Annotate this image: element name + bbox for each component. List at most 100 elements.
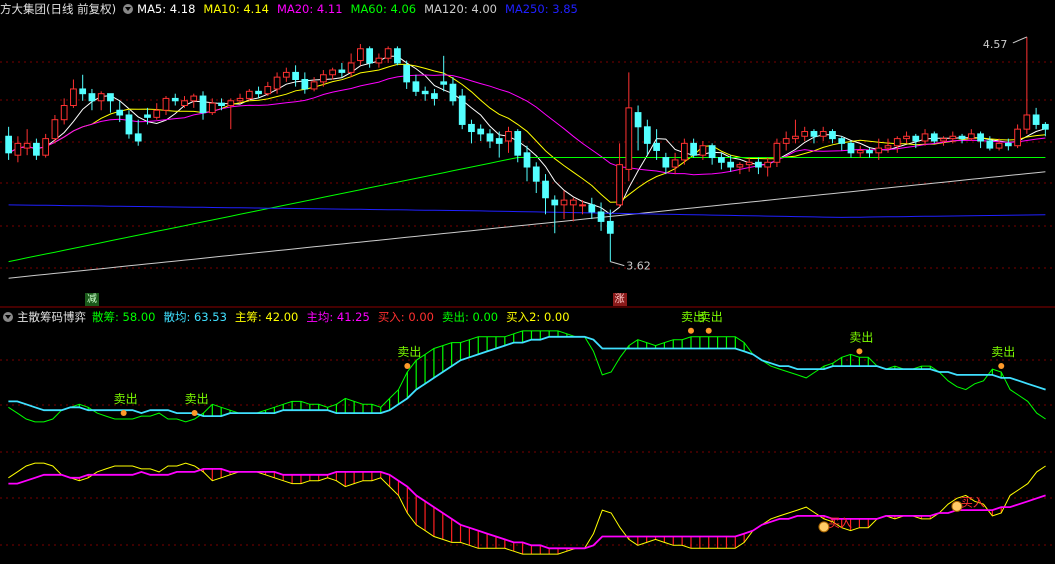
candle-body bbox=[245, 90, 253, 99]
candle-body bbox=[431, 93, 438, 99]
candle-body bbox=[782, 138, 790, 144]
candle-body bbox=[97, 93, 105, 102]
candle-body bbox=[921, 133, 929, 142]
candle-body bbox=[967, 133, 975, 140]
sell-marker-icon bbox=[856, 348, 863, 355]
candle-body bbox=[458, 95, 466, 125]
sell-marker-icon bbox=[191, 410, 198, 416]
candle-body bbox=[903, 135, 910, 140]
indicator-lines bbox=[8, 330, 1046, 555]
candle-body bbox=[940, 138, 947, 142]
candle-body bbox=[394, 48, 401, 64]
candle-body bbox=[23, 142, 31, 149]
candle-body bbox=[523, 152, 531, 168]
candle-body bbox=[986, 140, 994, 149]
candle-body bbox=[662, 157, 670, 168]
ma-line-ma250 bbox=[8, 204, 1046, 218]
candle-body bbox=[764, 161, 772, 168]
candle-body bbox=[116, 109, 124, 116]
candle-body bbox=[949, 135, 957, 140]
candle-body bbox=[236, 97, 244, 102]
candle-body bbox=[338, 69, 346, 73]
candle-body bbox=[875, 147, 883, 154]
candle-body bbox=[1032, 114, 1040, 125]
candle-body bbox=[643, 126, 651, 144]
high-marker: 4.57 bbox=[983, 38, 1008, 51]
stock-chart[interactable]: 4.573.62 卖出 卖出卖出卖出卖出卖出卖出买入买入 bbox=[0, 0, 1055, 564]
candle-body bbox=[755, 161, 762, 168]
candle-body bbox=[569, 199, 577, 206]
buy-label: 买入 bbox=[961, 495, 985, 509]
candle-body bbox=[597, 211, 605, 222]
candle-body bbox=[282, 71, 290, 78]
candle-body bbox=[347, 62, 355, 73]
candle-body bbox=[134, 133, 142, 142]
buy-label: 买入 bbox=[828, 516, 852, 530]
candle-body bbox=[699, 145, 707, 156]
candle-body bbox=[329, 69, 336, 76]
candle-body bbox=[5, 135, 12, 154]
candle-body bbox=[532, 166, 540, 182]
candle-body bbox=[107, 93, 114, 102]
candle-body bbox=[14, 142, 22, 156]
sell-label: 卖出 bbox=[991, 345, 1015, 359]
candle-body bbox=[708, 145, 716, 159]
candle-body bbox=[51, 119, 59, 140]
candle-body bbox=[819, 131, 827, 137]
sell-marker-icon bbox=[998, 363, 1005, 369]
candle-body bbox=[310, 81, 318, 90]
candle-body bbox=[810, 131, 818, 137]
candle-body bbox=[366, 48, 374, 64]
high-arrow bbox=[1012, 36, 1028, 44]
candle-body bbox=[838, 138, 846, 144]
candle-body bbox=[773, 142, 781, 163]
candle-body bbox=[190, 95, 198, 102]
candle-body bbox=[690, 142, 697, 156]
price-annotations: 4.57 3.62 bbox=[610, 36, 1028, 273]
candle-body bbox=[88, 93, 96, 102]
sell-label: 卖出 bbox=[114, 392, 138, 406]
ma-line-ma5 bbox=[8, 55, 1046, 215]
candle-body bbox=[634, 112, 642, 128]
candle-body bbox=[144, 114, 151, 118]
candle-body bbox=[977, 133, 984, 142]
candle-body bbox=[412, 81, 420, 92]
candle-body bbox=[264, 86, 272, 95]
candle-body bbox=[1023, 114, 1031, 130]
signal-annotations: 卖出 卖出卖出卖出卖出卖出卖出买入买入 bbox=[114, 310, 1015, 533]
candle-body bbox=[181, 100, 188, 107]
sell-label: 卖出 bbox=[699, 310, 723, 324]
candle-body bbox=[60, 105, 68, 121]
candle-body bbox=[588, 204, 596, 213]
candle-body bbox=[449, 83, 457, 102]
candle-body bbox=[477, 128, 485, 135]
candle-body bbox=[801, 131, 809, 137]
low-marker: 3.62 bbox=[626, 260, 651, 273]
candle-body bbox=[579, 204, 586, 207]
candle-body bbox=[884, 145, 892, 149]
candle-body bbox=[357, 48, 364, 62]
candle-body bbox=[42, 138, 50, 156]
candle-body bbox=[495, 138, 503, 144]
candle-body bbox=[847, 142, 855, 154]
candle-body bbox=[505, 131, 512, 142]
sell-marker-icon bbox=[404, 363, 411, 369]
grid-lines bbox=[0, 61, 1055, 546]
candle-body bbox=[856, 149, 864, 154]
candle-body bbox=[218, 102, 225, 107]
indicator-line-2 bbox=[8, 462, 1046, 555]
candle-body bbox=[718, 157, 725, 163]
candle-body bbox=[70, 88, 77, 107]
candle-body bbox=[1014, 128, 1021, 147]
candle-body bbox=[995, 142, 1003, 149]
candle-body bbox=[671, 159, 679, 168]
candle-body bbox=[727, 161, 735, 168]
indicator-line-0 bbox=[8, 330, 1046, 423]
candle-body bbox=[736, 164, 744, 168]
candle-body bbox=[1004, 142, 1012, 147]
candle-body bbox=[421, 90, 429, 95]
indicator-line-1 bbox=[8, 335, 1046, 418]
ma-line-ma10 bbox=[8, 63, 1046, 203]
candle-body bbox=[162, 97, 170, 111]
candle-body bbox=[468, 123, 475, 133]
